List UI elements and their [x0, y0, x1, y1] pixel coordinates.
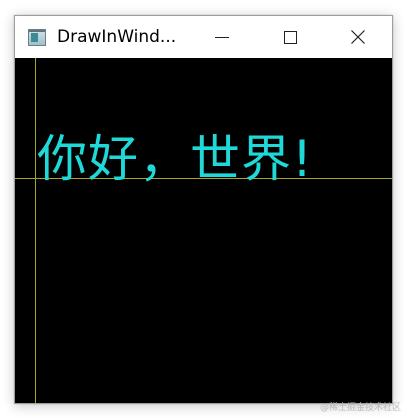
close-icon: [351, 30, 365, 44]
minimize-button[interactable]: [199, 16, 245, 58]
vertical-guide-line: [35, 58, 36, 403]
close-button[interactable]: [335, 16, 381, 58]
hello-world-text: 你好，世界!: [37, 130, 314, 188]
maximize-button[interactable]: [267, 16, 313, 58]
drawing-canvas[interactable]: 你好，世界!: [15, 58, 392, 403]
title-bar[interactable]: DrawInWind...: [15, 16, 392, 58]
app-window: DrawInWind... 你好，世界!: [14, 15, 393, 404]
minimize-icon: [215, 36, 229, 38]
window-title: DrawInWind...: [57, 27, 177, 47]
watermark: @稀土掘金技术社区: [319, 403, 401, 413]
maximize-icon: [283, 30, 297, 44]
app-window-icon[interactable]: [28, 29, 46, 46]
